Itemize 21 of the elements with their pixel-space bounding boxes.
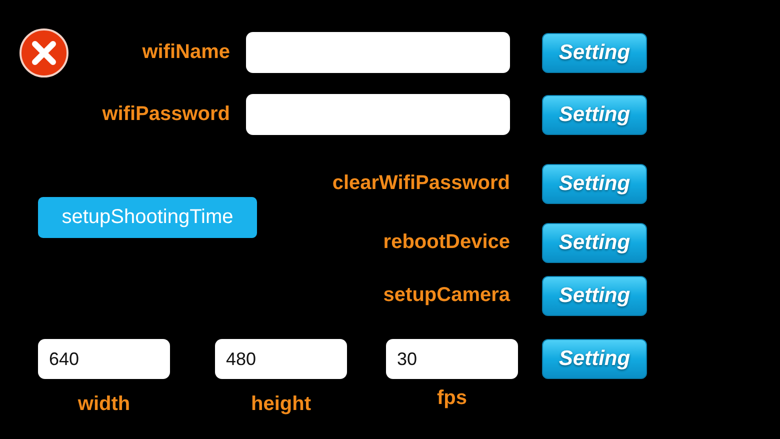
setting-button[interactable]: Setting: [542, 94, 647, 134]
field-label: wifiPassword: [101, 103, 230, 126]
action-label: rebootDevice: [382, 231, 510, 254]
input-field[interactable]: 640: [38, 339, 170, 379]
setting-button[interactable]: Setting: [542, 32, 647, 72]
input-field[interactable]: 30: [386, 339, 518, 379]
field-label: width: [78, 393, 130, 416]
field-label: wifiName: [141, 41, 230, 64]
shooting-time-button[interactable]: setupShootingTime: [38, 197, 257, 238]
action-label: setupCamera: [382, 284, 510, 307]
field-label: height: [251, 393, 311, 416]
setting-button[interactable]: Setting: [542, 339, 647, 379]
setting-button[interactable]: Setting: [542, 222, 647, 262]
input-field[interactable]: [246, 94, 510, 135]
setting-button[interactable]: Setting: [542, 164, 647, 204]
close-icon[interactable]: [19, 28, 69, 78]
setting-button[interactable]: Setting: [542, 276, 647, 316]
input-field[interactable]: 480: [215, 339, 347, 379]
field-label: fps: [437, 387, 467, 410]
input-field[interactable]: [246, 32, 510, 73]
action-label: clearWifiPassword: [331, 172, 510, 195]
